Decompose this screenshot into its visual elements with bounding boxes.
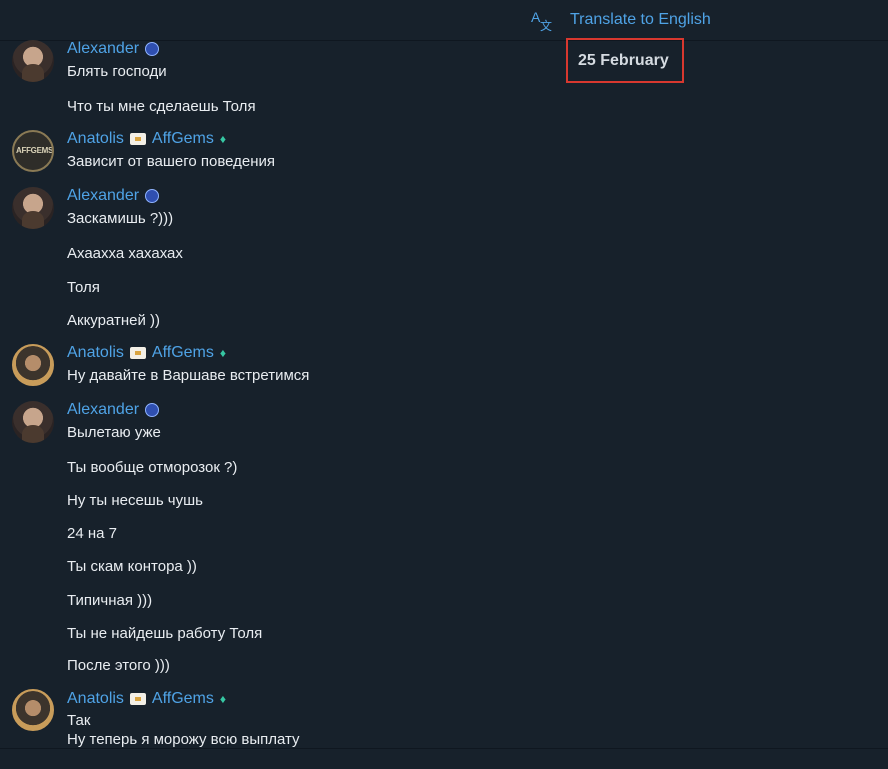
message-text: Ну ты несешь чушь — [67, 492, 203, 509]
message-text: Заскамишь ?))) — [67, 210, 174, 227]
message-sender: Alexander — [67, 401, 160, 419]
message-text: Ты вообще отморозок ?) — [67, 459, 238, 476]
avatar[interactable] — [12, 344, 54, 386]
message-sender: Anatolis AffGems ♦ — [67, 130, 226, 148]
sender-name[interactable]: Alexander — [67, 401, 139, 419]
sender-tag[interactable]: AffGems — [152, 130, 214, 148]
avatar[interactable] — [12, 40, 54, 82]
message-text: Так — [67, 712, 91, 729]
globe-emoji-icon — [145, 42, 160, 56]
translate-icon: A 文 — [531, 9, 552, 32]
message-input-bar[interactable] — [0, 748, 888, 769]
sender-name[interactable]: Anatolis — [67, 344, 124, 362]
chat-header-bar: A 文 Translate to English — [0, 0, 888, 41]
gem-icon: ♦ — [219, 132, 226, 146]
flag-icon — [129, 347, 146, 359]
avatar[interactable] — [12, 689, 54, 731]
message-sender: Alexander — [67, 187, 160, 205]
message-text: Зависит от вашего поведения — [67, 153, 276, 170]
message-text: Ты не найдешь работу Толя — [67, 625, 263, 642]
message-text: Ну теперь я морожу всю выплату — [67, 731, 300, 748]
avatar[interactable] — [12, 401, 54, 443]
message-text: Что ты мне сделаешь Толя — [67, 98, 256, 115]
message-text: Аккуратней )) — [67, 312, 161, 329]
message-sender: Anatolis AffGems ♦ — [67, 344, 226, 362]
gem-icon: ♦ — [219, 346, 226, 360]
message-text: Типичная ))) — [67, 592, 153, 609]
message-text: Блять господи — [67, 63, 167, 80]
sender-name[interactable]: Anatolis — [67, 130, 124, 148]
flag-icon — [129, 133, 146, 145]
avatar[interactable] — [12, 187, 54, 229]
message-text: Ахаахха хахахах — [67, 245, 183, 262]
sender-name[interactable]: Alexander — [67, 40, 139, 58]
message-text: Ты скам контора )) — [67, 558, 197, 575]
message-text: После этого ))) — [67, 657, 170, 674]
translate-button[interactable]: A 文 Translate to English — [530, 6, 711, 34]
sender-name[interactable]: Anatolis — [67, 690, 124, 708]
sender-tag[interactable]: AffGems — [152, 344, 214, 362]
message-sender: Anatolis AffGems ♦ — [67, 690, 226, 708]
sender-name[interactable]: Alexander — [67, 187, 139, 205]
avatar[interactable]: AFFGEMS — [12, 130, 54, 172]
gem-icon: ♦ — [219, 692, 226, 706]
message-text: Вылетаю уже — [67, 424, 161, 441]
flag-icon — [129, 693, 146, 705]
message-text: Толя — [67, 279, 100, 296]
message-sender: Alexander — [67, 40, 160, 58]
message-text: 24 на 7 — [67, 525, 117, 542]
sender-tag[interactable]: AffGems — [152, 690, 214, 708]
globe-emoji-icon — [145, 403, 160, 417]
svg-text:文: 文 — [540, 18, 552, 32]
date-divider: 25 February — [566, 38, 684, 83]
translate-label: Translate to English — [570, 11, 711, 28]
globe-emoji-icon — [145, 189, 160, 203]
message-text: Ну давайте в Варшаве встретимся — [67, 367, 310, 384]
